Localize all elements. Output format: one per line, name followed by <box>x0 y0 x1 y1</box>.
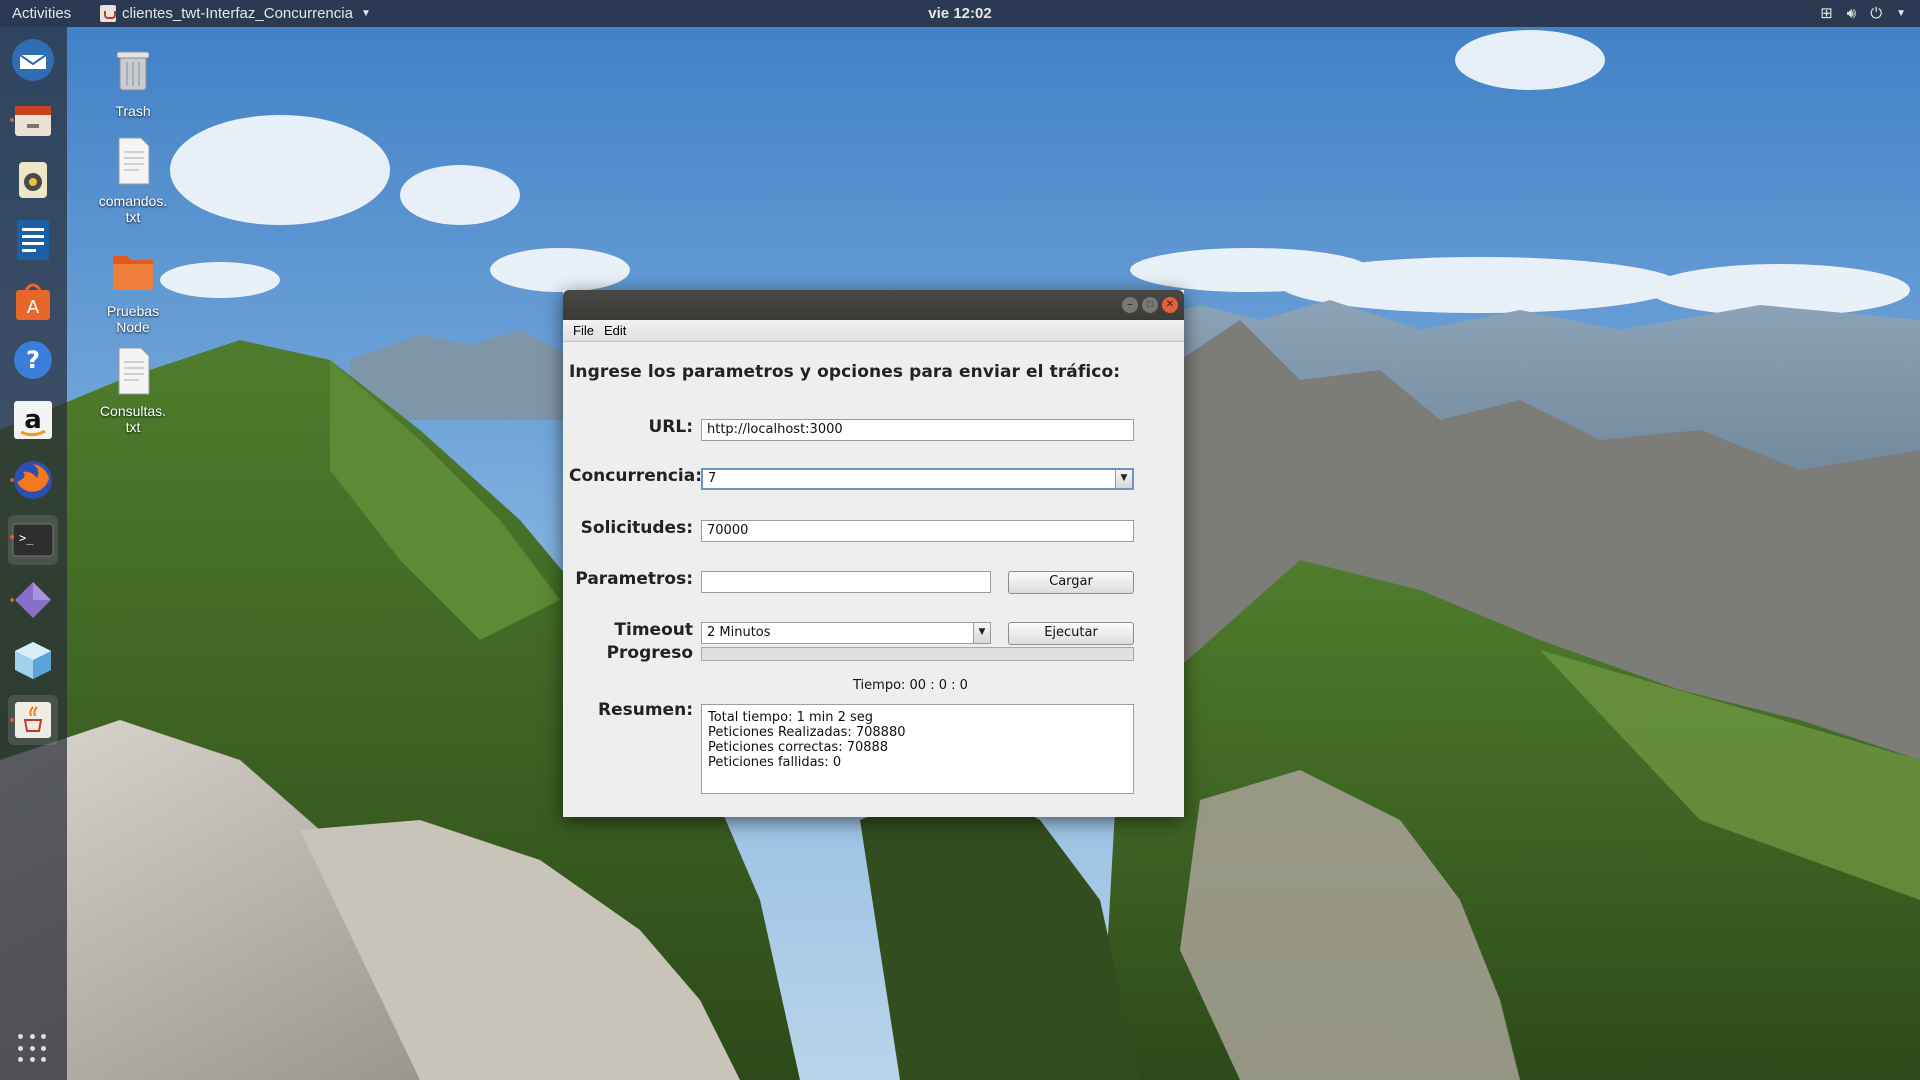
svg-text:>_: >_ <box>19 531 34 545</box>
desktop-icon-pruebas-node[interactable]: Pruebas Node <box>88 246 178 335</box>
dock-terminal[interactable]: >_ <box>8 515 58 565</box>
dock: A ? a >_ <box>0 27 67 1080</box>
thunderbird-icon <box>12 39 54 81</box>
dock-files[interactable] <box>8 95 58 145</box>
dock-app-purple[interactable] <box>8 575 58 625</box>
svg-text:A: A <box>27 297 40 318</box>
java-icon <box>15 702 51 738</box>
parametros-label: Parametros: <box>575 569 693 589</box>
timeout-select[interactable]: 2 Minutos ▼ <box>701 622 991 644</box>
form-panel: Ingrese los parametros y opciones para e… <box>563 342 1184 817</box>
text-file-icon <box>118 137 150 185</box>
elapsed-time: Tiempo: 00 : 0 : 0 <box>853 678 968 693</box>
dock-java[interactable] <box>8 695 58 745</box>
solicitudes-input[interactable]: 70000 <box>701 520 1134 542</box>
desktop-icon-label: comandos. txt <box>98 193 168 225</box>
dock-software-center[interactable]: A <box>8 275 58 325</box>
resumen-textarea[interactable]: Total tiempo: 1 min 2 seg Peticiones Rea… <box>701 704 1134 794</box>
url-input[interactable]: http://localhost:3000 <box>701 419 1134 441</box>
dock-firefox[interactable] <box>8 455 58 505</box>
terminal-icon: >_ <box>12 523 54 557</box>
document-writer-icon <box>17 220 49 260</box>
network-icon: ⊞ <box>1820 5 1833 22</box>
diamond-icon <box>15 582 51 618</box>
concurrencia-select[interactable]: 7 ▼ <box>701 468 1134 490</box>
url-label: URL: <box>648 417 693 437</box>
concurrencia-label: Concurrencia: <box>569 466 703 486</box>
clock[interactable]: vie 12:02 <box>0 5 1920 22</box>
resumen-label: Resumen: <box>598 700 693 720</box>
help-icon: ? <box>14 341 52 379</box>
progress-bar <box>701 647 1134 661</box>
top-bar: Activities clientes_twt-Interfaz_Concurr… <box>0 0 1920 27</box>
speaker-icon <box>19 162 47 198</box>
resumen-line: Peticiones correctas: 70888 <box>708 740 889 755</box>
cargar-button[interactable]: Cargar <box>1008 571 1134 594</box>
dock-app-cube[interactable] <box>8 635 58 685</box>
folder-icon <box>113 256 153 290</box>
dock-rhythmbox[interactable] <box>8 155 58 205</box>
menu-bar: File Edit <box>563 320 1184 342</box>
amazon-icon: a <box>14 401 52 439</box>
firefox-icon <box>14 461 52 499</box>
menu-edit[interactable]: Edit <box>604 323 626 338</box>
solicitudes-label: Solicitudes: <box>580 518 693 538</box>
ejecutar-button[interactable]: Ejecutar <box>1008 622 1134 645</box>
desktop-icon-trash[interactable]: Trash <box>88 46 178 119</box>
desktop-icon-label: Trash <box>115 103 151 119</box>
dock-thunderbird[interactable] <box>8 35 58 85</box>
shopping-bag-icon: A <box>16 283 50 320</box>
text-file-icon <box>118 347 150 395</box>
show-applications-button[interactable] <box>18 1034 48 1064</box>
trash-icon <box>116 51 150 91</box>
timeout-value: 2 Minutos <box>707 625 771 640</box>
chevron-down-icon: ▼ <box>1896 7 1906 19</box>
app-window: – □ ✕ File Edit Ingrese los parametros y… <box>563 290 1184 817</box>
resumen-line: Peticiones fallidas: 0 <box>708 755 842 770</box>
chevron-down-icon: ▼ <box>973 623 990 643</box>
system-tray[interactable]: ⊞ 🔊︎ ⏻ ▼ <box>1820 4 1906 23</box>
svg-text:a: a <box>24 405 42 435</box>
file-cabinet-icon <box>15 106 51 136</box>
dock-libreoffice-writer[interactable] <box>8 215 58 265</box>
dock-amazon[interactable]: a <box>8 395 58 445</box>
desktop-icon-comandos[interactable]: comandos. txt <box>88 136 178 225</box>
svg-text:?: ? <box>26 346 40 374</box>
maximize-icon[interactable]: □ <box>1142 297 1158 313</box>
volume-icon: 🔊︎ <box>1846 4 1857 22</box>
resumen-line: Peticiones Realizadas: 708880 <box>708 725 906 740</box>
desktop-icon-consultas[interactable]: Consultas. txt <box>88 346 178 435</box>
chevron-down-icon: ▼ <box>1115 470 1132 488</box>
progreso-label: Progreso <box>606 643 693 663</box>
resumen-line: Total tiempo: 1 min 2 seg <box>708 710 874 725</box>
power-icon: ⏻ <box>1870 4 1883 22</box>
menu-file[interactable]: File <box>573 323 594 338</box>
dock-help[interactable]: ? <box>8 335 58 385</box>
desktop-icon-label: Pruebas Node <box>106 303 160 335</box>
parametros-input[interactable] <box>701 571 991 593</box>
window-titlebar[interactable]: – □ ✕ <box>563 290 1184 320</box>
form-heading: Ingrese los parametros y opciones para e… <box>569 362 1121 382</box>
close-icon[interactable]: ✕ <box>1162 297 1178 313</box>
timeout-label: Timeout <box>614 620 693 640</box>
desktop-icon-label: Consultas. txt <box>99 403 167 435</box>
concurrencia-value: 7 <box>708 471 717 486</box>
minimize-icon[interactable]: – <box>1122 297 1138 313</box>
cube-icon <box>15 642 51 679</box>
